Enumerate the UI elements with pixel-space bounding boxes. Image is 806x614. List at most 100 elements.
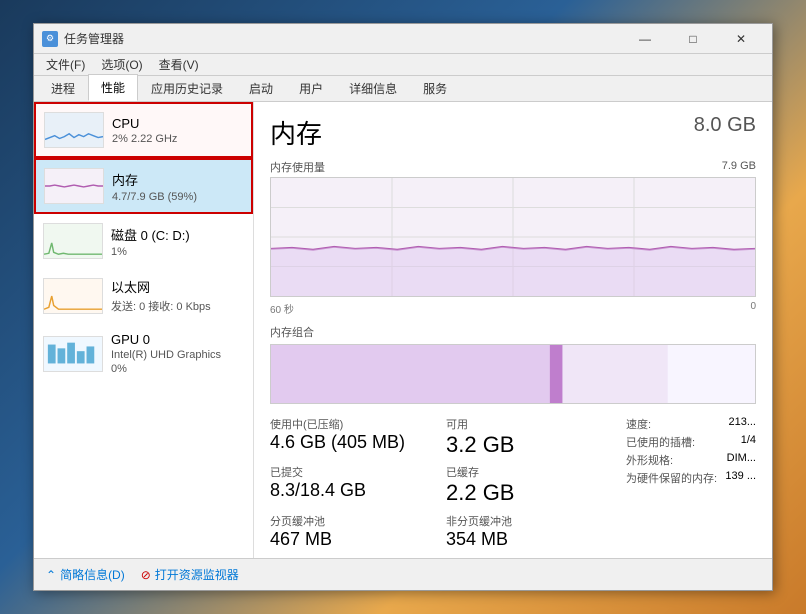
right-stat-hw-reserved: 为硬件保留的内存: 139 ... (626, 470, 756, 486)
gpu-stat-line1: Intel(R) UHD Graphics (111, 349, 244, 361)
tab-details[interactable]: 详细信息 (336, 75, 410, 101)
stat-used-value: 4.6 GB (405 MB) (270, 432, 434, 454)
right-stat-slots-value: 1/4 (741, 434, 756, 450)
stat-available-label: 可用 (446, 416, 610, 432)
gpu-thumb (43, 336, 103, 372)
cpu-stat: 2% 2.22 GHz (112, 133, 243, 145)
sidebar-item-cpu[interactable]: CPU 2% 2.22 GHz (34, 102, 253, 158)
stat-cached-value: 2.2 GB (446, 480, 610, 506)
stat-used-label: 使用中(已压缩) (270, 416, 434, 432)
network-info: 以太网 发送: 0 接收: 0 Kbps (111, 277, 244, 314)
main-capacity: 8.0 GB (694, 114, 756, 137)
network-stat: 发送: 0 接收: 0 Kbps (111, 298, 244, 314)
memory-info: 内存 4.7/7.9 GB (59%) (112, 170, 243, 203)
summary-info-label: 简略信息(D) (60, 566, 125, 583)
memory-name: 内存 (112, 170, 243, 189)
right-stat-form: 外形规格: DIM... (626, 452, 756, 468)
network-name: 以太网 (111, 277, 244, 296)
gpu-info: GPU 0 Intel(R) UHD Graphics 0% (111, 332, 244, 375)
right-stat-slots-label: 已使用的插槽: (626, 434, 695, 450)
chart-labels: 60 秒 0 (270, 301, 756, 316)
main-title: 内存 (270, 114, 322, 151)
tab-bar: 进程 性能 应用历史记录 启动 用户 详细信息 服务 (34, 76, 772, 102)
cpu-thumb (44, 112, 104, 148)
memory-combo-chart (270, 344, 756, 404)
tab-performance[interactable]: 性能 (88, 74, 138, 101)
combo-label: 内存组合 (270, 324, 756, 340)
app-icon: ⚙ (42, 31, 58, 47)
stat-cached: 已缓存 2.2 GB (446, 464, 610, 506)
right-stat-form-value: DIM... (727, 452, 756, 468)
memory-stat: 4.7/7.9 GB (59%) (112, 191, 243, 203)
chart-time-right: 0 (750, 301, 756, 316)
tab-process[interactable]: 进程 (38, 75, 88, 101)
stats-left: 使用中(已压缩) 4.6 GB (405 MB) 可用 3.2 GB 已提交 8… (270, 412, 610, 550)
content-area: CPU 2% 2.22 GHz 内存 4.7/7.9 GB (59%) (34, 102, 772, 558)
stat-available: 可用 3.2 GB (446, 416, 610, 458)
stat-paged-value: 467 MB (270, 529, 434, 551)
window-controls: — □ ✕ (622, 24, 764, 54)
stat-paged-pool: 分页缓冲池 467 MB (270, 513, 434, 551)
usage-label: 内存使用量 (270, 159, 325, 175)
stat-nonpaged-value: 354 MB (446, 529, 610, 551)
menu-file[interactable]: 文件(F) (38, 54, 93, 75)
main-header: 内存 8.0 GB (270, 114, 756, 151)
menu-view[interactable]: 查看(V) (151, 54, 207, 75)
window-title: 任务管理器 (64, 30, 622, 47)
stats-grid: 使用中(已压缩) 4.6 GB (405 MB) 可用 3.2 GB 已提交 8… (270, 416, 610, 550)
network-thumb (43, 278, 103, 314)
menu-bar: 文件(F) 选项(O) 查看(V) (34, 54, 772, 76)
maximize-button[interactable]: □ (670, 24, 716, 54)
gpu-name: GPU 0 (111, 332, 244, 347)
main-panel: 内存 8.0 GB 内存使用量 7.9 GB (254, 102, 772, 558)
stat-committed: 已提交 8.3/18.4 GB (270, 464, 434, 506)
tab-services[interactable]: 服务 (410, 75, 460, 101)
tab-users[interactable]: 用户 (286, 75, 336, 101)
right-stat-hw-value: 139 ... (725, 470, 756, 486)
menu-options[interactable]: 选项(O) (93, 54, 150, 75)
sidebar-item-memory[interactable]: 内存 4.7/7.9 GB (59%) (34, 158, 253, 214)
sidebar-item-gpu[interactable]: GPU 0 Intel(R) UHD Graphics 0% (34, 323, 253, 384)
open-icon: ⊘ (141, 568, 151, 582)
right-stat-speed-label: 速度: (626, 416, 651, 432)
chevron-up-icon: ⌃ (46, 568, 56, 582)
sidebar-item-network[interactable]: 以太网 发送: 0 接收: 0 Kbps (34, 268, 253, 323)
gpu-stat-line2: 0% (111, 363, 244, 375)
stat-available-value: 3.2 GB (446, 432, 610, 458)
tab-startup[interactable]: 启动 (236, 75, 286, 101)
stat-committed-value: 8.3/18.4 GB (270, 480, 434, 502)
cpu-info: CPU 2% 2.22 GHz (112, 116, 243, 145)
summary-info-button[interactable]: ⌃ 简略信息(D) (46, 566, 125, 583)
minimize-button[interactable]: — (622, 24, 668, 54)
stat-paged-label: 分页缓冲池 (270, 513, 434, 529)
stats-container: 使用中(已压缩) 4.6 GB (405 MB) 可用 3.2 GB 已提交 8… (270, 412, 756, 550)
right-stat-slots: 已使用的插槽: 1/4 (626, 434, 756, 450)
usage-max: 7.9 GB (722, 160, 756, 172)
close-button[interactable]: ✕ (718, 24, 764, 54)
resource-monitor-label: 打开资源监视器 (155, 566, 239, 583)
disk-stat: 1% (111, 246, 244, 258)
stats-right: 速度: 213... 已使用的插槽: 1/4 外形规格: DIM... 为硬件保… (626, 416, 756, 550)
memory-usage-chart (270, 177, 756, 297)
open-resource-monitor-button[interactable]: ⊘ 打开资源监视器 (141, 566, 239, 583)
right-stat-speed: 速度: 213... (626, 416, 756, 432)
sidebar: CPU 2% 2.22 GHz 内存 4.7/7.9 GB (59%) (34, 102, 254, 558)
cpu-name: CPU (112, 116, 243, 131)
task-manager-window: ⚙ 任务管理器 — □ ✕ 文件(F) 选项(O) 查看(V) 进程 性能 应用… (33, 23, 773, 591)
right-stat-speed-value: 213... (728, 416, 756, 432)
tab-app-history[interactable]: 应用历史记录 (138, 75, 236, 101)
stat-cached-label: 已缓存 (446, 464, 610, 480)
disk-thumb (43, 223, 103, 259)
stat-nonpaged-label: 非分页缓冲池 (446, 513, 610, 529)
sidebar-item-disk[interactable]: 磁盘 0 (C: D:) 1% (34, 214, 253, 268)
disk-info: 磁盘 0 (C: D:) 1% (111, 225, 244, 258)
title-bar: ⚙ 任务管理器 — □ ✕ (34, 24, 772, 54)
bottom-bar: ⌃ 简略信息(D) ⊘ 打开资源监视器 (34, 558, 772, 590)
chart-time-left: 60 秒 (270, 301, 294, 316)
stat-committed-label: 已提交 (270, 464, 434, 480)
memory-thumb (44, 168, 104, 204)
right-stat-hw-label: 为硬件保留的内存: (626, 470, 717, 486)
stat-used: 使用中(已压缩) 4.6 GB (405 MB) (270, 416, 434, 458)
right-stat-form-label: 外形规格: (626, 452, 673, 468)
disk-name: 磁盘 0 (C: D:) (111, 225, 244, 244)
